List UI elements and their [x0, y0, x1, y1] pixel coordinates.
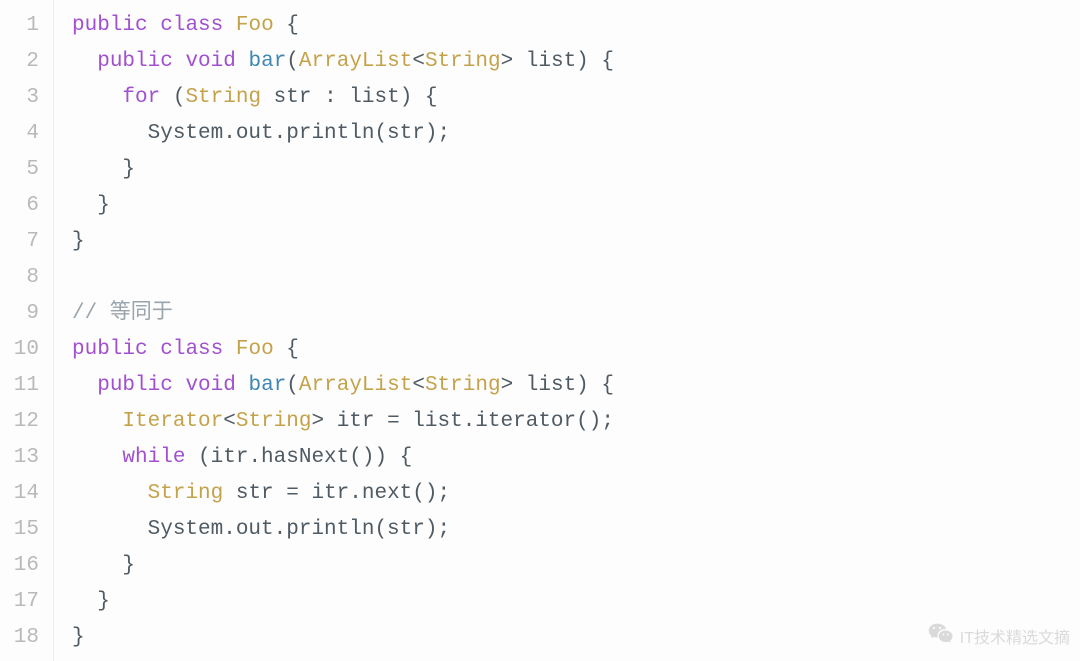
code-line: public void bar(ArrayList<String> list) …: [72, 44, 1080, 80]
line-number: 3: [0, 80, 53, 116]
code-line: }: [72, 548, 1080, 584]
code-block: 123456789101112131415161718 public class…: [0, 0, 1080, 661]
code-line: [72, 260, 1080, 296]
line-number: 1: [0, 8, 53, 44]
code-line: }: [72, 584, 1080, 620]
code-line: }: [72, 152, 1080, 188]
watermark-text: IT技术精选文摘: [960, 624, 1070, 648]
code-line: System.out.println(str);: [72, 512, 1080, 548]
line-number: 10: [0, 332, 53, 368]
code-line: public void bar(ArrayList<String> list) …: [72, 368, 1080, 404]
code-line: for (String str : list) {: [72, 80, 1080, 116]
code-content: public class Foo { public void bar(Array…: [54, 0, 1080, 661]
code-line: public class Foo {: [72, 332, 1080, 368]
wechat-icon: [928, 622, 954, 649]
line-number: 4: [0, 116, 53, 152]
line-number: 5: [0, 152, 53, 188]
code-line: // 等同于: [72, 296, 1080, 332]
code-line: String str = itr.next();: [72, 476, 1080, 512]
line-number: 6: [0, 188, 53, 224]
line-number: 12: [0, 404, 53, 440]
code-line: }: [72, 188, 1080, 224]
line-number: 14: [0, 476, 53, 512]
line-number: 2: [0, 44, 53, 80]
code-line: Iterator<String> itr = list.iterator();: [72, 404, 1080, 440]
code-line: while (itr.hasNext()) {: [72, 440, 1080, 476]
line-number: 11: [0, 368, 53, 404]
line-number: 18: [0, 620, 53, 656]
line-number: 13: [0, 440, 53, 476]
line-number: 7: [0, 224, 53, 260]
watermark: IT技术精选文摘: [928, 622, 1070, 649]
code-line: System.out.println(str);: [72, 116, 1080, 152]
line-number-gutter: 123456789101112131415161718: [0, 0, 54, 661]
line-number: 15: [0, 512, 53, 548]
code-line: }: [72, 224, 1080, 260]
line-number: 17: [0, 584, 53, 620]
line-number: 16: [0, 548, 53, 584]
line-number: 9: [0, 296, 53, 332]
line-number: 8: [0, 260, 53, 296]
code-line: public class Foo {: [72, 8, 1080, 44]
